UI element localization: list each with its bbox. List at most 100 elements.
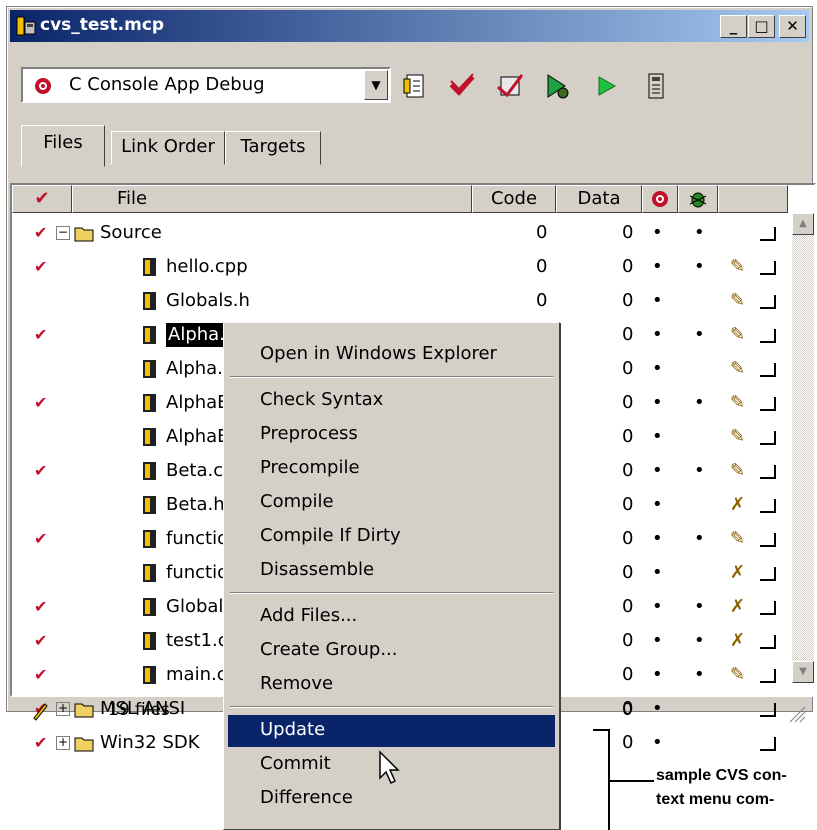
maximize-button[interactable]: □: [748, 15, 775, 38]
chevron-down-icon[interactable]: ▼: [364, 70, 388, 100]
group-row[interactable]: ✔ − Source 0 0 • •: [12, 217, 788, 251]
interface-popup-icon[interactable]: [760, 465, 776, 479]
column-header-interface[interactable]: [718, 185, 788, 213]
inspector-icon[interactable]: [641, 71, 671, 101]
debug-dot[interactable]: •: [694, 629, 705, 653]
target-membership-dot[interactable]: •: [652, 425, 663, 449]
interface-popup-icon[interactable]: [760, 397, 776, 411]
project-settings-icon[interactable]: [401, 71, 431, 101]
interface-popup-icon[interactable]: [760, 295, 776, 309]
check-icon[interactable]: ✔: [34, 731, 47, 755]
debug-dot[interactable]: •: [694, 595, 705, 619]
close-button[interactable]: ✕: [779, 15, 806, 38]
run-icon[interactable]: [591, 71, 621, 101]
interface-popup-icon[interactable]: [760, 567, 776, 581]
target-membership-dot[interactable]: •: [652, 595, 663, 619]
interface-popup-icon[interactable]: [760, 329, 776, 343]
column-header-data[interactable]: Data: [556, 185, 642, 213]
interface-popup-icon[interactable]: [760, 363, 776, 377]
data-size: 0: [622, 630, 634, 651]
target-membership-dot[interactable]: •: [652, 561, 663, 585]
debug-dot[interactable]: •: [694, 255, 705, 279]
check-icon[interactable]: ✔: [34, 629, 47, 653]
target-membership-dot[interactable]: •: [652, 289, 663, 313]
file-row[interactable]: ✔ hello.cpp 0 0 • • ✎: [12, 251, 788, 285]
menu-item-remove[interactable]: Remove: [228, 669, 555, 701]
target-membership-dot[interactable]: •: [652, 663, 663, 687]
menu-separator: [230, 376, 553, 378]
tab-files[interactable]: Files: [21, 125, 105, 167]
menu-item-preprocess[interactable]: Preprocess: [228, 419, 555, 451]
file-row[interactable]: Globals.h 0 0 • ✎: [12, 285, 788, 319]
interface-popup-icon[interactable]: [760, 669, 776, 683]
pencil-icon: ✎: [730, 290, 746, 311]
check-icon[interactable]: ✔: [34, 459, 47, 483]
menu-item-open-in-windows-explorer[interactable]: Open in Windows Explorer: [228, 339, 555, 371]
check-icon[interactable]: ✔: [34, 595, 47, 619]
interface-popup-icon[interactable]: [760, 601, 776, 615]
menu-item-add-files[interactable]: Add Files...: [228, 601, 555, 633]
menu-item-difference[interactable]: Difference: [228, 783, 555, 815]
target-selector[interactable]: C Console App Debug ▼: [21, 67, 391, 103]
debug-dot[interactable]: •: [694, 527, 705, 551]
target-membership-dot[interactable]: •: [652, 459, 663, 483]
menu-item-update[interactable]: Update: [228, 715, 555, 747]
menu-item-check-syntax[interactable]: Check Syntax: [228, 385, 555, 417]
tab-link-order[interactable]: Link Order: [111, 131, 225, 165]
collapse-icon[interactable]: −: [56, 226, 70, 240]
scroll-up-button[interactable]: ▲: [792, 213, 814, 235]
check-icon[interactable]: [447, 71, 477, 101]
target-membership-dot[interactable]: •: [652, 357, 663, 381]
minimize-button[interactable]: _: [720, 15, 747, 38]
target-membership-dot[interactable]: •: [652, 221, 663, 245]
debug-dot[interactable]: •: [694, 663, 705, 687]
target-membership-dot[interactable]: •: [652, 629, 663, 653]
menu-item-precompile[interactable]: Precompile: [228, 453, 555, 485]
target-column-icon: [652, 191, 668, 207]
target-membership-dot[interactable]: •: [652, 731, 663, 755]
check-icon[interactable]: ✔: [34, 221, 47, 245]
check-icon[interactable]: ✔: [34, 527, 47, 551]
debug-dot[interactable]: •: [694, 459, 705, 483]
column-header-file[interactable]: File: [72, 185, 472, 213]
column-header-debug[interactable]: [678, 185, 718, 213]
debug-dot[interactable]: •: [694, 323, 705, 347]
menu-item-compile[interactable]: Compile: [228, 487, 555, 519]
check-icon[interactable]: ✔: [34, 391, 47, 415]
tab-targets[interactable]: Targets: [225, 131, 321, 165]
column-header-code[interactable]: Code: [472, 185, 556, 213]
interface-popup-icon[interactable]: [760, 533, 776, 547]
expand-icon[interactable]: +: [56, 736, 70, 750]
code-size: 0: [536, 256, 548, 277]
vertical-scrollbar[interactable]: ▲ ▼: [792, 213, 814, 683]
scroll-down-button[interactable]: ▼: [792, 661, 814, 683]
check-icon[interactable]: ✔: [34, 255, 47, 279]
column-header-check[interactable]: ✔: [12, 185, 72, 213]
data-size: 0: [622, 222, 634, 243]
interface-popup-icon[interactable]: [760, 261, 776, 275]
menu-item-disassemble[interactable]: Disassemble: [228, 555, 555, 587]
pencil-icon: ✎: [730, 358, 746, 379]
target-membership-dot[interactable]: •: [652, 391, 663, 415]
debug-dot[interactable]: •: [694, 221, 705, 245]
compile-icon[interactable]: [495, 71, 525, 101]
target-membership-dot[interactable]: •: [652, 323, 663, 347]
check-icon[interactable]: ✔: [34, 663, 47, 687]
resize-grip-icon[interactable]: [786, 703, 806, 723]
interface-popup-icon[interactable]: [760, 635, 776, 649]
check-icon[interactable]: ✔: [34, 323, 47, 347]
column-header-target[interactable]: [642, 185, 678, 213]
menu-item-compile-if-dirty[interactable]: Compile If Dirty: [228, 521, 555, 553]
target-membership-dot[interactable]: •: [652, 255, 663, 279]
interface-popup-icon[interactable]: [760, 227, 776, 241]
interface-popup-icon[interactable]: [760, 499, 776, 513]
debug-icon[interactable]: [543, 71, 573, 101]
target-membership-dot[interactable]: •: [652, 493, 663, 517]
target-membership-dot[interactable]: •: [652, 527, 663, 551]
debug-dot[interactable]: •: [694, 391, 705, 415]
title-bar[interactable]: cvs_test.mcp _ □ ✕: [10, 10, 809, 42]
source-file-icon: [143, 666, 156, 684]
interface-popup-icon[interactable]: [760, 737, 776, 751]
interface-popup-icon[interactable]: [760, 431, 776, 445]
menu-item-create-group[interactable]: Create Group...: [228, 635, 555, 667]
